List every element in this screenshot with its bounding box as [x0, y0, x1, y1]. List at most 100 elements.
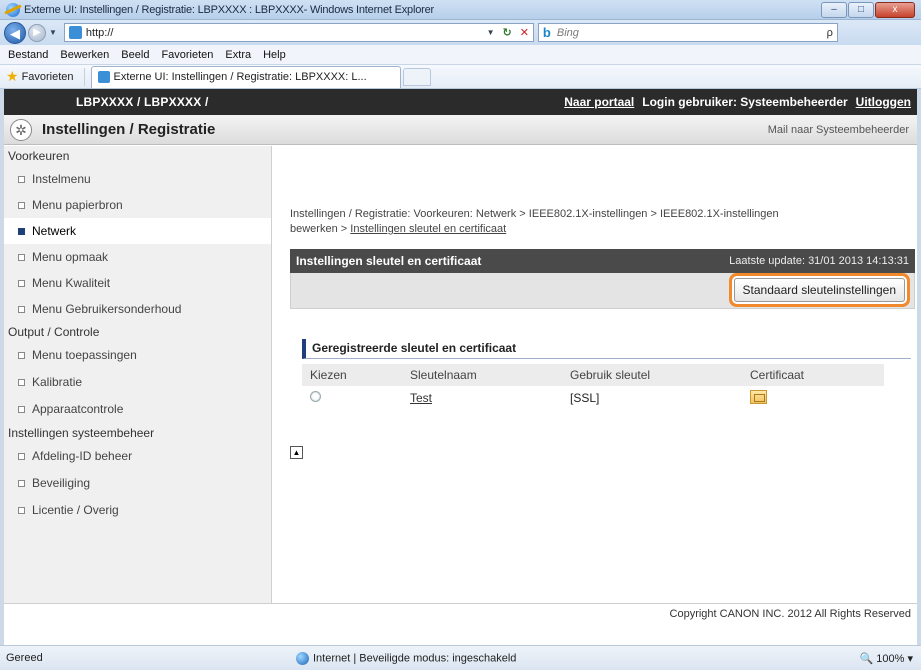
sidebar-item-label: Instelmenu	[32, 172, 91, 186]
copyright-text: Copyright CANON INC. 2012 All Rights Res…	[4, 603, 917, 623]
minimize-button[interactable]: –	[821, 2, 847, 18]
column-sleutelnaam: Sleutelnaam	[402, 364, 562, 386]
breadcrumb-ieee-bewerken[interactable]: IEEE802.1X-instellingen	[660, 208, 779, 220]
panel-title: Instellingen sleutel en certificaat	[296, 254, 482, 268]
sidebar-item-netwerk[interactable]: Netwerk	[4, 218, 271, 244]
security-zone-text: Internet | Beveiligde modus: ingeschakel…	[313, 651, 517, 664]
device-header: LBPXXXX / LBPXXXX / Naar portaal Login g…	[4, 89, 917, 115]
sidebar-item-instelmenu[interactable]: Instelmenu	[4, 166, 271, 192]
breadcrumb-voorkeuren-netwerk[interactable]: Instellingen / Registratie: Voorkeuren: …	[290, 208, 516, 220]
page-content: LBPXXXX / LBPXXXX / Naar portaal Login g…	[0, 89, 921, 645]
key-usage-cell: [SSL]	[570, 391, 600, 405]
breadcrumb-ieee-bewerken-cont[interactable]: bewerken	[290, 223, 338, 235]
globe-icon	[296, 651, 309, 665]
status-bar: Gereed Internet | Beveiligde modus: inge…	[0, 645, 921, 670]
breadcrumb-separator: >	[519, 208, 526, 220]
certificate-icon[interactable]	[750, 389, 767, 404]
panel-header: Instellingen sleutel en certificaat Laat…	[290, 249, 915, 273]
sidebar-item-label: Apparaatcontrole	[32, 402, 124, 416]
key-name-cell: Test	[402, 386, 562, 410]
bullet-icon	[18, 379, 25, 386]
sidebar-item-menu-toepassingen[interactable]: Menu toepassingen	[4, 342, 271, 369]
new-tab-button[interactable]	[402, 67, 431, 86]
browser-tab[interactable]: Externe UI: Instellingen / Registratie: …	[90, 65, 401, 88]
menu-help[interactable]: Help	[263, 49, 286, 61]
key-name-link[interactable]: Test	[410, 391, 432, 405]
sidebar-item-menu-gebruikersonderhoud[interactable]: Menu Gebruikersonderhoud	[4, 296, 271, 322]
column-kiezen: Kiezen	[302, 364, 402, 386]
portal-link[interactable]: Naar portaal	[564, 95, 634, 109]
zoom-value: 100%	[876, 652, 905, 665]
back-to-top-icon[interactable]: ▲	[290, 446, 303, 459]
device-name: LBPXXXX / LBPXXXX /	[76, 95, 209, 109]
select-radio[interactable]	[310, 391, 321, 402]
bullet-icon	[18, 201, 25, 209]
sidebar-item-apparaatcontrole[interactable]: Apparaatcontrole	[4, 396, 271, 423]
sidebar-section-voorkeuren: Voorkeuren	[8, 149, 70, 163]
sidebar-item-label: Afdeling-ID beheer	[32, 449, 133, 463]
table-header-row: Kiezen Sleutelnaam Gebruik sleutel Certi…	[302, 364, 884, 386]
bing-icon: b	[542, 25, 551, 40]
star-icon: ★	[6, 68, 19, 84]
certificate-cell	[742, 386, 884, 410]
sidebar-item-beveiliging[interactable]: Beveiliging	[4, 470, 271, 497]
registered-section-title: Geregistreerde sleutel en certificaat	[302, 339, 911, 359]
address-dropdown-icon[interactable]: ▼	[487, 28, 495, 37]
select-cell	[302, 386, 402, 410]
page-icon	[68, 26, 82, 39]
sidebar-item-menu-kwaliteit[interactable]: Menu Kwaliteit	[4, 270, 271, 296]
window-title: Externe UI: Instellingen / Registratie: …	[24, 3, 434, 16]
last-update-text: Laatste update: 31/01 2013 14:13:31	[729, 255, 909, 267]
menu-bar: Bestand Bewerken Beeld Favorieten Extra …	[0, 45, 921, 65]
address-field[interactable]: http:// ▼ ↻ ✕	[63, 23, 534, 42]
title-band: ✲ Instellingen / Registratie Mail naar S…	[4, 115, 917, 145]
stop-icon[interactable]: ✕	[520, 26, 529, 39]
internet-explorer-icon	[6, 2, 20, 17]
sidebar-item-afdeling-id-beheer[interactable]: Afdeling-ID beheer	[4, 443, 271, 470]
bullet-icon	[18, 175, 25, 183]
search-field[interactable]: b Bing ρ	[537, 23, 838, 42]
sidebar-item-label: Beveiliging	[32, 476, 91, 490]
logout-link[interactable]: Uitloggen	[856, 95, 911, 109]
sidebar-item-menu-papierbron[interactable]: Menu papierbron	[4, 192, 271, 218]
bullet-icon	[18, 507, 25, 514]
sidebar-item-label: Menu toepassingen	[32, 348, 137, 362]
sidebar-item-kalibratie[interactable]: Kalibratie	[4, 369, 271, 396]
url-text[interactable]: http://	[86, 27, 114, 39]
sidebar-item-licentie-overig[interactable]: Licentie / Overig	[4, 497, 271, 524]
window-controls: – □ x	[820, 2, 915, 18]
zoom-level[interactable]: 🔍 100% ▾	[860, 652, 913, 665]
back-button[interactable]: ◀	[4, 21, 26, 44]
sidebar-section-systeembeheer: Instellingen systeembeheer	[8, 426, 155, 440]
favorites-button[interactable]: ★ Favorieten	[6, 67, 85, 86]
bullet-icon	[18, 253, 25, 261]
close-window-button[interactable]: x	[875, 2, 915, 18]
sidebar-item-label: Netwerk	[32, 224, 77, 238]
menu-favorieten[interactable]: Favorieten	[161, 49, 213, 61]
forward-button[interactable]: ▶	[28, 23, 46, 42]
favorites-bar: ★ Favorieten Externe UI: Instellingen / …	[0, 65, 921, 89]
search-icon[interactable]: ρ	[827, 27, 833, 39]
menu-bestand[interactable]: Bestand	[8, 49, 48, 61]
address-toolbar: ◀ ▶ ▼ http:// ▼ ↻ ✕ b Bing ρ	[0, 20, 921, 45]
window-titlebar: Externe UI: Instellingen / Registratie: …	[0, 0, 921, 20]
page-icon	[97, 71, 110, 83]
mail-admin-link[interactable]: Mail naar Systeembeheerder	[768, 124, 909, 136]
history-dropdown-icon[interactable]: ▼	[49, 28, 57, 37]
sidebar-item-label: Menu Gebruikersonderhoud	[32, 302, 182, 316]
security-zone: Internet | Beveiligde modus: ingeschakel…	[296, 651, 656, 665]
menu-beeld[interactable]: Beeld	[121, 49, 149, 61]
menu-bewerken[interactable]: Bewerken	[60, 49, 109, 61]
sidebar-item-menu-opmaak[interactable]: Menu opmaak	[4, 244, 271, 270]
default-key-settings-button[interactable]: Standaard sleutelinstellingen	[733, 278, 905, 302]
sidebar-section-output-controle: Output / Controle	[8, 325, 100, 339]
settings-gear-icon: ✲	[10, 118, 32, 141]
breadcrumb-ieee-instellingen[interactable]: IEEE802.1X-instellingen	[529, 208, 648, 220]
sidebar-item-label: Kalibratie	[32, 375, 83, 389]
menu-extra[interactable]: Extra	[225, 49, 251, 61]
maximize-button[interactable]: □	[848, 2, 874, 18]
bullet-icon	[18, 227, 25, 235]
column-certificaat: Certificaat	[742, 364, 884, 386]
column-gebruik-sleutel: Gebruik sleutel	[562, 364, 742, 386]
refresh-icon[interactable]: ↻	[502, 26, 511, 39]
